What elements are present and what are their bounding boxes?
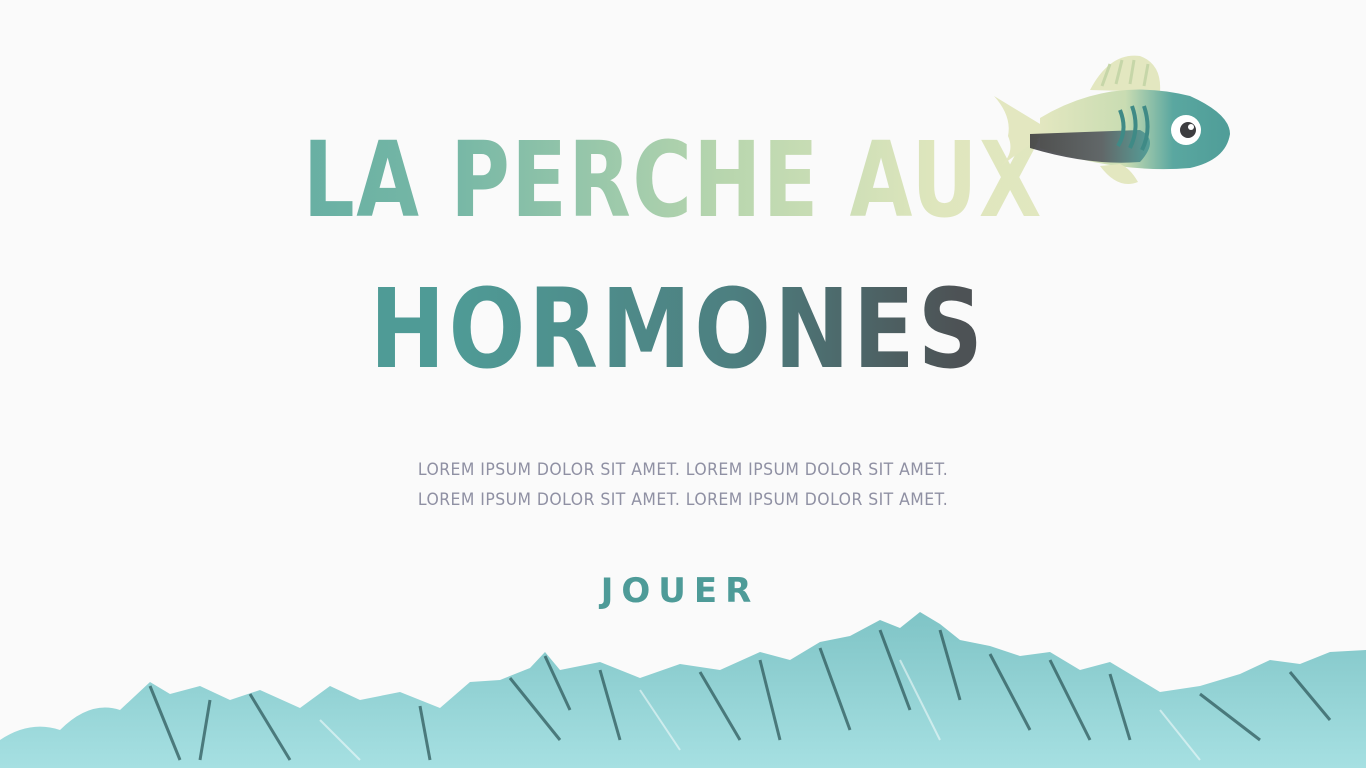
fish-icon <box>994 55 1230 184</box>
description-line-2: LOREM IPSUM DOLOR SIT AMET. LOREM IPSUM … <box>417 490 949 510</box>
title-screen: LA PERCHE AUX HORMONES LOREM IPSUM DOLOR… <box>0 0 1366 768</box>
water-brush-decoration <box>0 612 1366 768</box>
game-title-line-2: HORMONES <box>118 274 1238 384</box>
game-description: LOREM IPSUM DOLOR SIT AMET. LOREM IPSUM … <box>55 455 1312 515</box>
description-line-1: LOREM IPSUM DOLOR SIT AMET. LOREM IPSUM … <box>417 460 949 480</box>
